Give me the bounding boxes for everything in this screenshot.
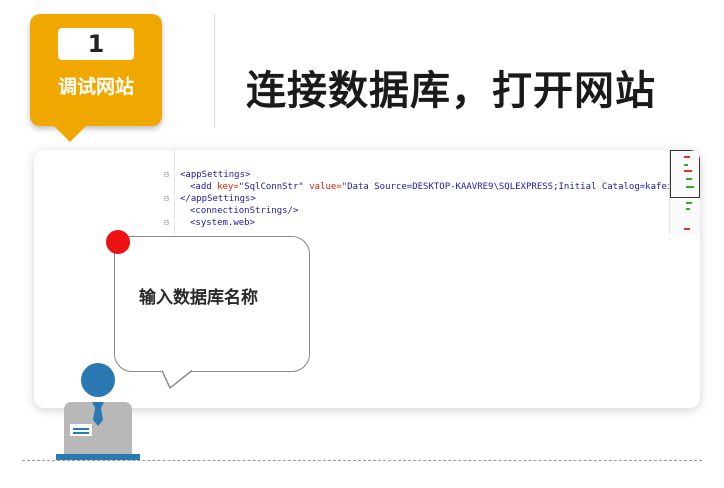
code-attr-value: value= <box>303 182 342 192</box>
minimap-mark <box>686 208 690 210</box>
bubble-text: 输入数据库名称 <box>139 288 258 308</box>
minimap-mark <box>684 228 690 230</box>
step-badge: 1 调试网站 <box>30 14 162 126</box>
code-line-system-web: <system.web> <box>190 218 256 228</box>
code-line-appsettings-open: <appSettings> <box>180 170 251 180</box>
code-line-connectionstrings: <connectionStrings/> <box>190 206 299 216</box>
page-title: 连接数据库，打开网站 <box>246 68 656 114</box>
minimap-mark <box>684 156 690 158</box>
minimap-mark <box>684 164 688 166</box>
speech-bubble-tail <box>162 370 192 390</box>
step-badge-pointer <box>52 124 88 142</box>
header-divider <box>214 14 215 128</box>
code-editor-snippet: ⊟ <appSettings> <add key="SqlConnStr" va… <box>164 150 700 234</box>
minimap-mark <box>686 186 694 188</box>
code-value-connection: "Data Source=DESKTOP-KAAVRE9\SQLEXPRESS;… <box>341 182 700 192</box>
code-attr-key: key= <box>217 182 239 192</box>
minimap-mark <box>684 170 692 172</box>
step-number: 1 <box>58 28 134 60</box>
fold-toggle-icon[interactable]: ⊟ <box>164 170 172 179</box>
speech-bubble: 输入数据库名称 <box>114 236 310 372</box>
code-line-add-key: <add key="SqlConnStr" value="Data Source… <box>190 182 700 192</box>
minimap-mark <box>686 178 692 180</box>
fold-toggle-icon[interactable]: ⊟ <box>164 194 172 203</box>
red-dot-marker <box>106 230 130 254</box>
code-line-appsettings-close: </appSettings> <box>180 194 256 204</box>
fold-toggle-icon[interactable]: ⊟ <box>164 218 172 227</box>
person-icon <box>56 363 140 460</box>
minimap-mark <box>686 202 692 204</box>
code-tag: <add <box>190 182 218 192</box>
code-value-key: "SqlConnStr" <box>238 182 304 192</box>
editor-minimap[interactable] <box>669 150 700 234</box>
footer-divider <box>22 460 702 461</box>
step-label: 调试网站 <box>57 76 134 98</box>
